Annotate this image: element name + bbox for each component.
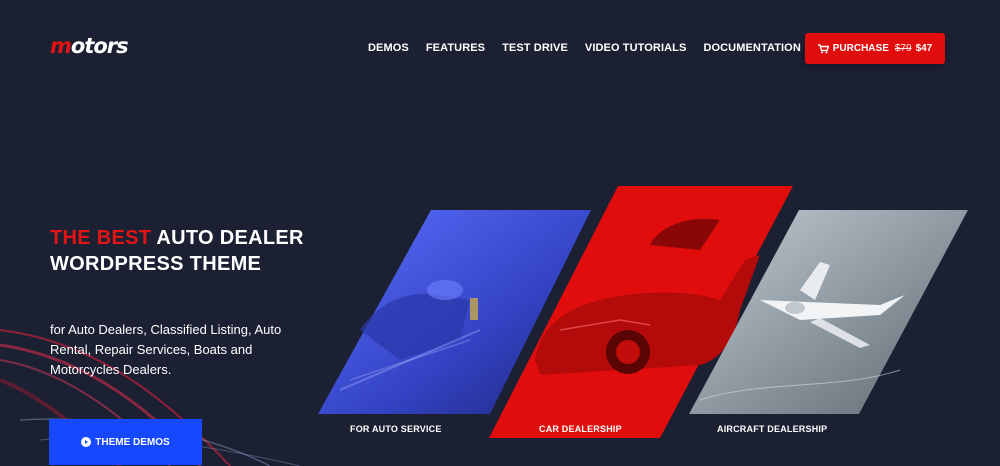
hero-description: for Auto Dealers, Classified Listing, Au… [50, 322, 282, 377]
headline-accent: THE BEST [50, 227, 152, 249]
current-price: $47 [915, 43, 933, 54]
theme-demos-button[interactable]: THEME DEMOS [49, 419, 202, 465]
nav-demos[interactable]: DEMOS [368, 42, 409, 54]
panel-label-auto-service[interactable]: FOR AUTO SERVICE [350, 424, 442, 434]
logo-first-letter: m [50, 34, 72, 58]
nav-documentation[interactable]: DOCUMENTATION [703, 42, 800, 54]
nav-video-tutorials[interactable]: VIDEO TUTORIALS [585, 42, 687, 54]
play-icon [81, 437, 92, 447]
theme-demos-label: THEME DEMOS [95, 436, 170, 448]
purchase-label: PURCHASE [832, 43, 889, 54]
cart-icon [817, 43, 829, 54]
hero-headline: THE BEST AUTO DEALER WORDPRESS THEME [50, 225, 310, 277]
site-header: motors DEMOS FEATURES TEST DRIVE VIDEO T… [0, 0, 1000, 96]
old-price: $79 [894, 43, 912, 54]
main-nav: DEMOS FEATURES TEST DRIVE VIDEO TUTORIAL… [368, 42, 818, 54]
purchase-button[interactable]: PURCHASE $79 $47 [805, 33, 945, 64]
nav-test-drive[interactable]: TEST DRIVE [502, 42, 568, 54]
nav-features[interactable]: FEATURES [426, 42, 485, 54]
panel-label-aircraft-dealership[interactable]: AIRCRAFT DEALERSHIP [717, 424, 827, 434]
logo-rest: otors [70, 34, 129, 58]
panel-label-car-dealership[interactable]: CAR DEALERSHIP [539, 424, 622, 434]
motors-logo[interactable]: motors [50, 34, 129, 58]
